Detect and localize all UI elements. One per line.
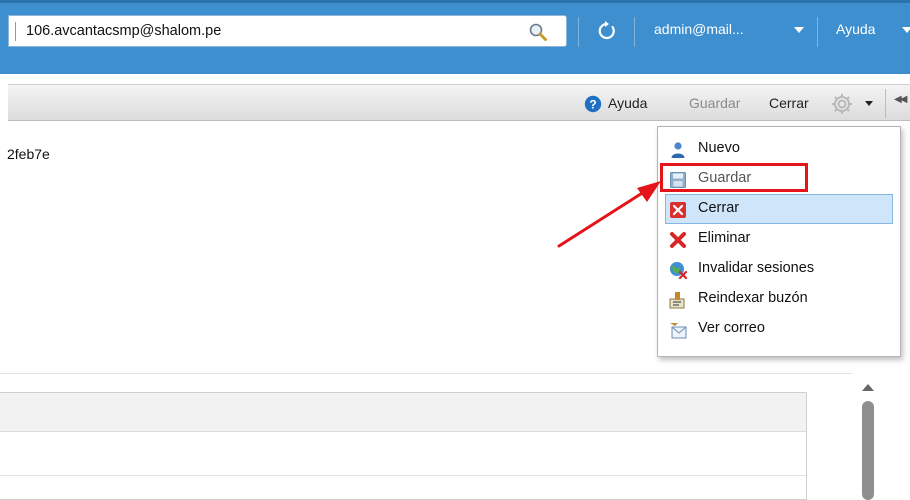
table-row xyxy=(0,475,806,476)
search-box[interactable] xyxy=(8,15,567,47)
toolbar: ? Ayuda Guardar Cerrar ◀◀ xyxy=(8,84,910,121)
toolbar-save-button[interactable]: Guardar xyxy=(689,95,740,111)
search-separator xyxy=(15,22,16,41)
chevron-down-icon[interactable] xyxy=(794,27,804,33)
refresh-icon[interactable] xyxy=(596,20,618,42)
menu-item-new[interactable]: Nuevo xyxy=(665,134,893,164)
header-top-strip xyxy=(0,0,910,3)
delete-icon xyxy=(670,232,686,248)
svg-text:?: ? xyxy=(589,98,596,112)
account-id-text: 2feb7e xyxy=(7,146,50,162)
close-icon xyxy=(670,202,686,218)
red-arrow-icon xyxy=(557,181,661,248)
toolbar-help-button[interactable]: Ayuda xyxy=(608,95,647,111)
chevron-down-icon[interactable] xyxy=(902,27,910,33)
toolbar-close-button[interactable]: Cerrar xyxy=(769,95,809,111)
menu-item-label: Invalidar sesiones xyxy=(698,260,815,276)
user-icon xyxy=(671,142,685,158)
highlight-box xyxy=(660,163,808,192)
mail-icon xyxy=(670,323,687,339)
menu-item-close[interactable]: Cerrar xyxy=(665,194,893,224)
chevron-down-icon[interactable] xyxy=(865,101,873,106)
collapse-panel-icon[interactable]: ◀◀ xyxy=(894,94,907,105)
header-separator xyxy=(634,17,635,47)
menu-item-label: Ver correo xyxy=(698,320,765,336)
menu-item-label: Reindexar buzón xyxy=(698,290,808,306)
top-header-bar: admin@mail... Ayuda xyxy=(0,0,910,74)
globe-icon xyxy=(670,262,687,279)
grid-header xyxy=(0,393,806,432)
header-separator xyxy=(578,17,579,47)
section-divider xyxy=(0,373,852,374)
help-menu-label[interactable]: Ayuda xyxy=(836,21,875,37)
gear-icon[interactable] xyxy=(830,92,854,116)
menu-item-label: Cerrar xyxy=(698,200,740,216)
search-icon[interactable] xyxy=(528,22,548,42)
menu-item-delete[interactable]: Eliminar xyxy=(665,224,893,254)
search-input[interactable] xyxy=(26,20,516,42)
data-grid xyxy=(0,392,807,500)
user-menu-label[interactable]: admin@mail... xyxy=(654,21,744,37)
menu-item-view-mail[interactable]: Ver correo xyxy=(665,314,893,344)
toolbar-separator xyxy=(885,89,886,118)
menu-item-label: Eliminar xyxy=(698,230,751,246)
menu-item-invalidate-sessions[interactable]: Invalidar sesiones xyxy=(665,254,893,284)
scrollbar-thumb[interactable] xyxy=(862,401,874,500)
reindex-icon xyxy=(669,292,685,309)
help-icon[interactable]: ? xyxy=(584,95,602,113)
menu-item-reindex-mailbox[interactable]: Reindexar buzón xyxy=(665,284,893,314)
header-separator xyxy=(817,17,818,47)
scroll-up-arrow-icon[interactable] xyxy=(862,384,874,391)
menu-item-label: Nuevo xyxy=(698,140,740,156)
actions-dropdown-menu: Nuevo Guardar Cerrar Eliminar Invalidar … xyxy=(657,126,901,357)
